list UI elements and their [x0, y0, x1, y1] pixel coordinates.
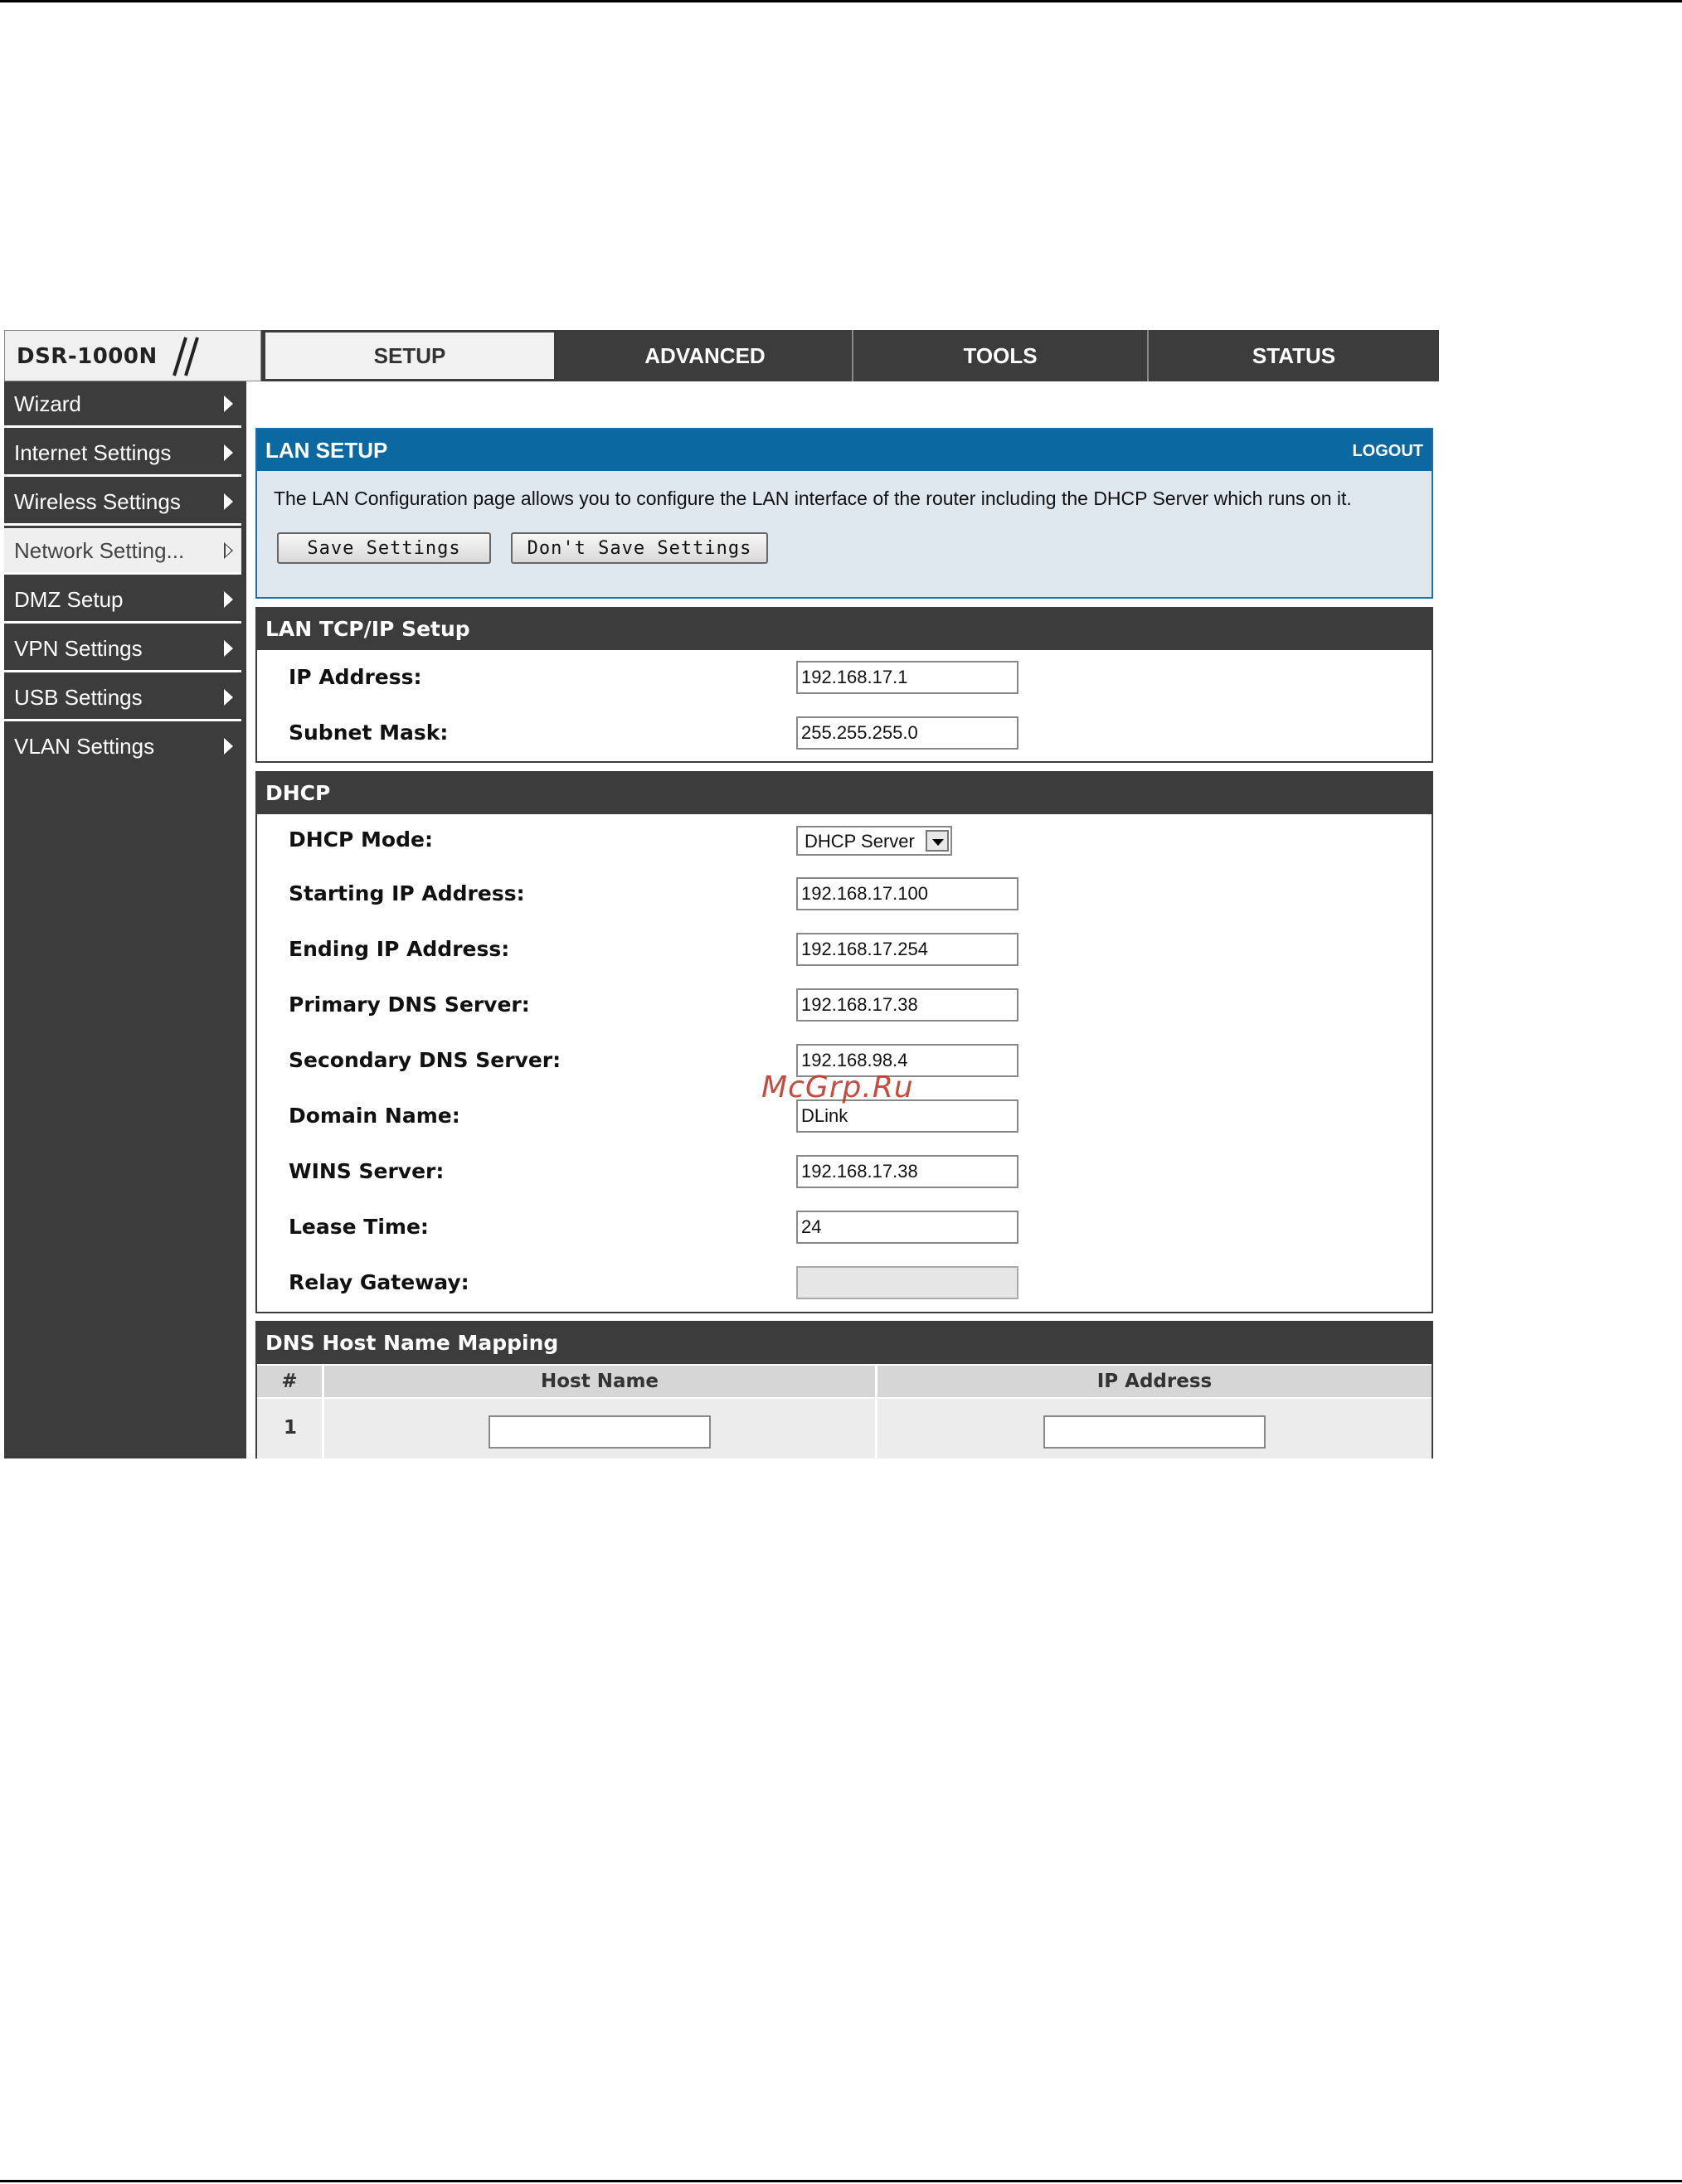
logout-link[interactable]: LOGOUT — [1352, 442, 1423, 461]
page-bottom-rule — [0, 2180, 1682, 2182]
column-header-index: # — [257, 1366, 322, 1399]
sidebar: Wizard Internet Settings Wireless Settin… — [4, 381, 246, 1458]
ending-ip-input[interactable]: 192.168.17.254 — [796, 933, 1018, 966]
section-header: DNS Host Name Mapping — [257, 1323, 1432, 1364]
sidebar-item-usb-settings[interactable]: USB Settings — [4, 675, 241, 721]
column-header-host-name: Host Name — [324, 1366, 875, 1399]
arrow-right-icon — [224, 738, 233, 755]
arrow-right-icon — [224, 444, 233, 461]
lease-time-input[interactable]: 24 — [796, 1211, 1018, 1244]
secondary-dns-label: Secondary DNS Server: — [289, 1048, 561, 1072]
dhcp-mode-select[interactable]: DHCP Server — [796, 826, 952, 856]
section-header: LAN TCP/IP Setup — [257, 609, 1432, 650]
row-index: 1 — [284, 1417, 298, 1439]
column-header-ip-address: IP Address — [877, 1366, 1432, 1399]
dhcp-mode-label: DHCP Mode: — [289, 827, 433, 852]
section-title: DNS Host Name Mapping — [265, 1331, 559, 1355]
lan-tcpip-section: LAN TCP/IP Setup IP Address: 192.168.17.… — [255, 607, 1433, 763]
brand-model: DSR-1000N — [17, 344, 158, 369]
arrow-right-icon — [224, 493, 233, 510]
sidebar-item-label: USB Settings — [14, 685, 143, 710]
wins-server-label: WINS Server: — [289, 1159, 445, 1183]
page-title: LAN SETUP — [265, 438, 388, 463]
brand-logo: DSR-1000N — [4, 330, 261, 381]
primary-dns-input[interactable]: 192.168.17.38 — [796, 988, 1018, 1022]
domain-name-label: Domain Name: — [289, 1104, 460, 1128]
dont-save-settings-button[interactable]: Don't Save Settings — [511, 532, 768, 564]
top-navigation-bar: DSR-1000N SETUP ADVANCED TOOLS STATUS — [4, 330, 1439, 381]
arrow-right-icon — [224, 396, 233, 412]
ip-address-label: IP Address: — [289, 665, 422, 689]
arrow-right-outline-icon — [224, 542, 233, 559]
subnet-mask-input[interactable]: 255.255.255.0 — [796, 716, 1018, 750]
section-title: DHCP — [265, 781, 331, 805]
sidebar-item-label: Wireless Settings — [14, 489, 181, 514]
dhcp-section: DHCP DHCP Mode: DHCP Server Starting IP … — [255, 771, 1433, 1313]
sidebar-item-label: VPN Settings — [14, 636, 143, 661]
lease-time-label: Lease Time: — [289, 1215, 429, 1239]
ip-address-input[interactable]: 192.168.17.1 — [796, 661, 1018, 694]
sidebar-item-wizard[interactable]: Wizard — [4, 381, 241, 428]
sidebar-item-label: VLAN Settings — [14, 734, 155, 759]
sidebar-item-vlan-settings[interactable]: VLAN Settings — [4, 724, 241, 770]
primary-dns-label: Primary DNS Server: — [289, 993, 530, 1017]
watermark-text: McGrp.Ru — [761, 1070, 914, 1104]
chevron-down-icon[interactable] — [926, 830, 949, 852]
table-row-host-cell — [324, 1399, 875, 1458]
relay-gateway-label: Relay Gateway: — [289, 1270, 469, 1294]
sidebar-item-label: Network Setting... — [14, 538, 185, 563]
tab-tools[interactable]: TOOLS — [853, 330, 1149, 381]
sidebar-item-label: DMZ Setup — [14, 587, 124, 612]
slash-logo-icon — [173, 337, 199, 376]
ending-ip-label: Ending IP Address: — [289, 937, 510, 961]
host-name-input[interactable] — [489, 1415, 711, 1449]
tab-status[interactable]: STATUS — [1149, 330, 1439, 381]
arrow-right-icon — [224, 591, 233, 608]
router-admin-window: DSR-1000N SETUP ADVANCED TOOLS STATUS Wi… — [4, 330, 1439, 1458]
section-title: LAN TCP/IP Setup — [265, 617, 470, 641]
host-ip-input[interactable] — [1043, 1415, 1266, 1449]
sidebar-item-wireless-settings[interactable]: Wireless Settings — [4, 479, 241, 526]
page-top-rule — [0, 0, 1682, 2]
dns-host-mapping-section: DNS Host Name Mapping # Host Name IP Add… — [255, 1321, 1433, 1458]
sidebar-item-vpn-settings[interactable]: VPN Settings — [4, 626, 241, 672]
dhcp-mode-value: DHCP Server — [805, 831, 915, 852]
page-description: The LAN Configuration page allows you to… — [274, 488, 1352, 509]
arrow-right-icon — [224, 689, 233, 706]
save-settings-button[interactable]: Save Settings — [277, 532, 491, 564]
sidebar-item-internet-settings[interactable]: Internet Settings — [4, 430, 241, 477]
starting-ip-label: Starting IP Address: — [289, 881, 525, 905]
sidebar-item-label: Internet Settings — [14, 440, 172, 465]
wins-server-input[interactable]: 192.168.17.38 — [796, 1155, 1018, 1188]
sidebar-item-network-settings[interactable]: Network Setting... — [4, 528, 241, 575]
domain-name-input[interactable]: DLink — [796, 1099, 1018, 1133]
arrow-right-icon — [224, 640, 233, 657]
starting-ip-input[interactable]: 192.168.17.100 — [796, 877, 1018, 910]
tab-setup[interactable]: SETUP — [263, 330, 557, 381]
table-row-index-cell: 1 — [257, 1399, 322, 1458]
sidebar-item-label: Wizard — [14, 391, 81, 416]
subnet-mask-label: Subnet Mask: — [289, 721, 449, 745]
section-header: DHCP — [257, 773, 1432, 814]
table-row-ip-cell — [877, 1399, 1432, 1458]
tab-advanced[interactable]: ADVANCED — [558, 330, 853, 381]
lan-setup-panel: LAN SETUP LOGOUT The LAN Configuration p… — [255, 428, 1433, 599]
sidebar-item-dmz-setup[interactable]: DMZ Setup — [4, 577, 241, 624]
relay-gateway-input — [796, 1266, 1018, 1299]
lan-setup-header: LAN SETUP LOGOUT — [257, 430, 1432, 471]
